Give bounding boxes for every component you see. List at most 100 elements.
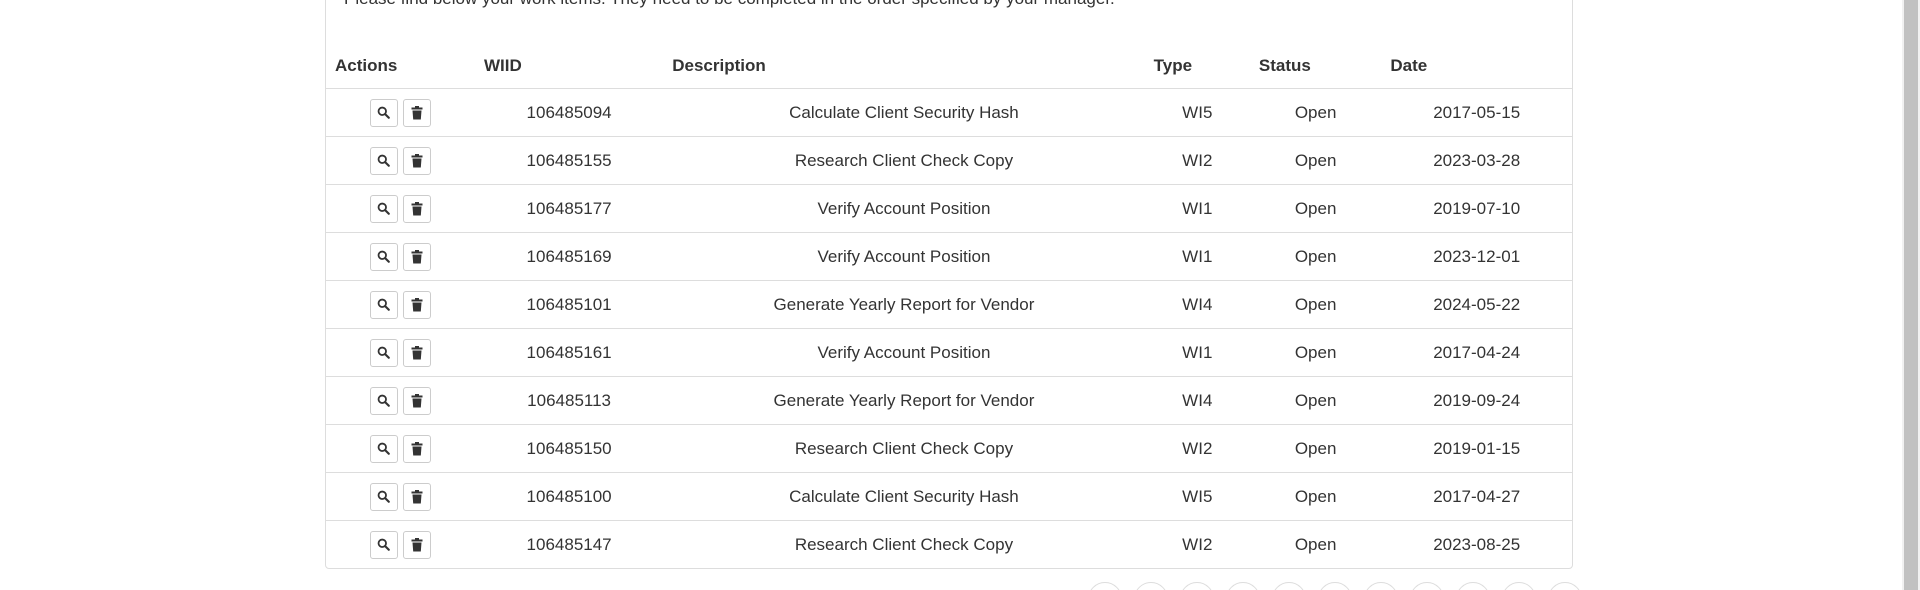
cell-status: Open [1249,136,1382,185]
page-button[interactable] [1180,582,1214,590]
view-button[interactable] [369,386,398,415]
cell-type: WI4 [1144,280,1250,329]
scrollbar-thumb[interactable] [1904,0,1918,590]
cell-type: WI2 [1144,136,1250,185]
search-icon [377,154,391,167]
cell-status: Open [1249,520,1382,568]
trash-icon [411,249,423,264]
cell-date: 2023-08-25 [1381,520,1572,568]
delete-button[interactable] [402,242,431,271]
table-row: 106485169 Verify Account Position WI1 Open 2… [326,232,1572,281]
cell-description: Research Client Check Copy [663,520,1145,568]
actions-group [326,482,475,511]
delete-button[interactable] [402,530,431,559]
cell-wiid: 106485169 [474,232,664,281]
actions-group [326,98,475,127]
cell-type: WI2 [1144,520,1250,568]
page-button[interactable] [1226,582,1260,590]
delete-button[interactable] [402,290,431,319]
cell-status: Open [1249,472,1382,521]
search-icon [377,298,391,311]
trash-icon [411,345,423,360]
row-actions [326,520,475,568]
page-button[interactable] [1364,582,1398,590]
view-button[interactable] [369,242,398,271]
cell-date: 2019-09-24 [1381,376,1572,425]
delete-button[interactable] [402,338,431,367]
actions-group [326,146,475,175]
intro-text: Please find below your work items. They … [344,0,1115,9]
search-icon [377,106,391,119]
cell-description: Calculate Client Security Hash [789,102,1019,122]
view-button[interactable] [369,98,398,127]
view-button[interactable] [369,434,398,463]
page-button[interactable] [1134,582,1168,590]
cell-date: 2017-04-27 [1381,472,1572,521]
table-header-row: Actions WIID Description Type Status Dat… [326,43,1572,89]
cell-date: 2017-05-15 [1433,102,1521,122]
search-icon [377,490,391,503]
table-row: 106485147 Research Client Check Copy WI2 Op… [326,520,1572,568]
trash-icon [411,105,423,120]
cell-status: Open [1249,232,1382,281]
search-icon [377,346,391,359]
row-actions [326,89,475,137]
page-button[interactable] [1502,582,1536,590]
view-button[interactable] [369,482,398,511]
cell-wiid: 106485147 [474,520,664,568]
table-row: 106485113 Generate Yearly Report for Vend… [326,376,1572,425]
trash-icon [411,489,423,504]
delete-button[interactable] [402,434,431,463]
search-icon [377,202,391,215]
page-button[interactable] [1410,582,1444,590]
cell-date: 2024-05-22 [1381,280,1572,329]
table-row: 106485094 Calculate Client Security Hash W… [326,89,1572,137]
delete-button[interactable] [402,386,431,415]
row-actions [326,232,475,281]
cell-status: Open [1249,184,1382,233]
cell-type: WI2 [1144,424,1250,473]
actions-group [326,386,475,415]
cell-type: WI5 [1182,102,1213,122]
trash-icon [411,441,423,456]
cell-status: Open [1294,102,1337,122]
view-button[interactable] [369,530,398,559]
delete-button[interactable] [402,194,431,223]
actions-group [326,242,475,271]
view-button[interactable] [369,146,398,175]
search-icon [377,394,391,407]
cell-description: Verify Account Position [663,328,1145,377]
cell-type: WI1 [1144,232,1250,281]
delete-button[interactable] [402,146,431,175]
view-button[interactable] [369,194,398,223]
delete-button[interactable] [402,482,431,511]
page-button[interactable] [1318,582,1352,590]
cell-status: Open [1249,328,1382,377]
page-button[interactable] [1456,582,1490,590]
cell-wiid: 106485101 [474,280,664,329]
table-row: 106485155 Research Client Check Copy WI2 Op… [326,136,1572,185]
page-button[interactable] [1088,582,1122,590]
search-icon [377,442,391,455]
table-row: 106485161 Verify Account Position WI1 Open 2… [326,328,1572,377]
cell-wiid: 106485177 [474,184,664,233]
view-button[interactable] [369,290,398,319]
cell-description: Calculate Client Security Hash [663,472,1145,521]
cell-description: Generate Yearly Report for Vendor [663,280,1145,329]
search-icon [377,538,391,551]
row-actions [326,424,475,473]
delete-button[interactable] [402,98,431,127]
cell-wiid: 106485155 [474,136,664,185]
trash-icon [411,537,423,552]
cell-wiid: 106485161 [474,328,664,377]
table-row: 106485100 Calculate Client Security Hash W… [326,472,1572,521]
cell-status: Open [1249,424,1382,473]
trash-icon [411,201,423,216]
scrollbar-track[interactable] [1902,0,1920,590]
cell-wiid: 106485094 [526,102,612,122]
page-button[interactable] [1272,582,1306,590]
page-button[interactable] [1548,582,1582,590]
cell-description: Verify Account Position [663,232,1145,281]
view-button[interactable] [369,338,398,367]
cell-date: 2019-07-10 [1381,184,1572,233]
